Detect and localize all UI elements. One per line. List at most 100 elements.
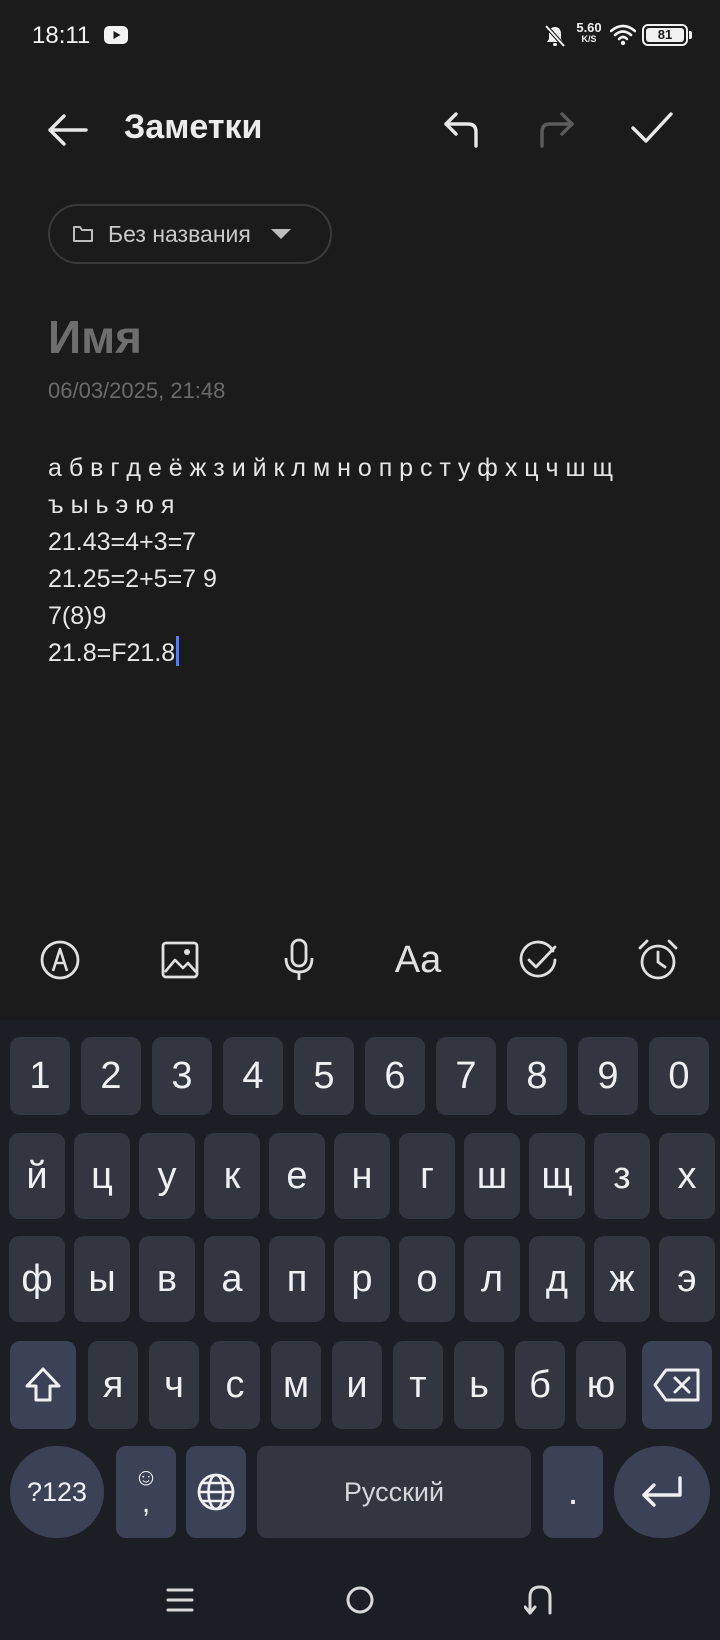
network-speed-unit: K/S [581,34,597,44]
reminder-button[interactable] [630,932,686,988]
number-key[interactable]: 3 [152,1037,212,1115]
space-key[interactable]: Русский [257,1446,531,1538]
arrow-left-icon [48,114,88,146]
letter-key[interactable]: я [88,1341,138,1429]
status-time: 18:11 [32,22,91,49]
text-format-button[interactable]: Aa [390,932,446,988]
pen-icon [40,940,80,980]
number-key[interactable]: 2 [81,1037,141,1115]
checklist-button[interactable] [510,932,566,988]
menu-icon [166,1588,194,1612]
undo-icon [444,112,478,148]
number-key[interactable]: 1 [10,1037,70,1115]
symbols-key[interactable]: ?123 [10,1446,104,1538]
letter-key[interactable]: к [204,1133,260,1219]
number-key[interactable]: 4 [223,1037,283,1115]
save-button[interactable] [624,100,680,156]
letter-key[interactable]: о [399,1236,455,1322]
letter-key[interactable]: н [334,1133,390,1219]
check-circle-icon [519,940,557,978]
undo-button[interactable] [434,100,490,156]
number-key[interactable]: 5 [294,1037,354,1115]
number-key[interactable]: 7 [436,1037,496,1115]
note-line: а б в г д е ё ж з и й к л м н о п р с т … [48,454,614,482]
insert-image-button[interactable] [152,932,208,988]
network-speed: 5.60 K/S [574,21,604,44]
note-line-text: 21.8=F21.8 [48,639,176,667]
note-line-last: 21.8=F21.8 [48,635,688,672]
letter-key[interactable]: т [393,1341,443,1429]
menu-nav-button[interactable] [150,1570,210,1630]
note-title-field[interactable]: Имя [48,310,142,364]
letter-key[interactable]: д [529,1236,585,1322]
number-key[interactable]: 6 [365,1037,425,1115]
letter-key[interactable]: х [659,1133,715,1219]
letter-key[interactable]: с [210,1341,260,1429]
handwriting-button[interactable] [32,932,88,988]
note-body-editor[interactable]: а б в г д е ё ж з и й к л м н о п р с т … [48,450,688,672]
letter-key[interactable]: ю [576,1341,626,1429]
note-line: 7(8)9 [48,602,107,630]
letter-key[interactable]: г [399,1133,455,1219]
letter-key[interactable]: ш [464,1133,520,1219]
letter-key[interactable]: ц [74,1133,130,1219]
folder-label: Без названия [108,220,251,247]
letter-key[interactable]: а [204,1236,260,1322]
letter-key[interactable]: ф [9,1236,65,1322]
voice-record-button[interactable] [271,932,327,988]
folder-selector[interactable]: Без названия [48,204,332,264]
letter-key[interactable]: м [271,1341,321,1429]
home-circle-icon [346,1586,374,1614]
chevron-down-icon [270,229,291,239]
enter-arrow-icon [642,1476,682,1507]
check-icon [631,112,673,143]
letter-key[interactable]: в [139,1236,195,1322]
back-arc-icon [524,1585,552,1615]
battery-tip [689,31,692,39]
letter-key[interactable]: б [515,1341,565,1429]
backspace-icon [653,1368,700,1402]
bell-muted-icon [544,24,566,48]
note-line: ъ ы ь э ю я [48,491,175,519]
letter-key[interactable]: ж [594,1236,650,1322]
note-line: 21.43=4+3=7 [48,528,197,556]
globe-icon [197,1473,235,1511]
letter-key[interactable]: п [269,1236,325,1322]
letter-key[interactable]: л [464,1236,520,1322]
letter-key[interactable]: у [139,1133,195,1219]
comma-label: , [141,1486,151,1519]
number-key[interactable]: 0 [649,1037,709,1115]
letter-key[interactable]: р [334,1236,390,1322]
wifi-icon [610,24,636,46]
letter-key[interactable]: ь [454,1341,504,1429]
period-key[interactable]: . [543,1446,603,1538]
image-icon [161,941,199,979]
screen: 18:11 5.60 K/S 81 Заметки Без названия И… [0,0,720,1640]
status-bar: 18:11 5.60 K/S 81 [0,0,720,72]
letter-key[interactable]: э [659,1236,715,1322]
youtube-icon [104,26,128,44]
back-button[interactable] [40,102,96,158]
number-key[interactable]: 8 [507,1037,567,1115]
network-speed-value: 5.60 [576,20,602,35]
alarm-clock-icon [638,939,678,980]
shift-key[interactable] [10,1341,76,1429]
letter-key[interactable]: й [9,1133,65,1219]
letter-key[interactable]: ы [74,1236,130,1322]
letter-key[interactable]: ч [149,1341,199,1429]
language-key[interactable] [186,1446,246,1538]
letter-key[interactable]: з [594,1133,650,1219]
letter-key[interactable]: и [332,1341,382,1429]
back-nav-button[interactable] [510,1570,570,1630]
enter-key[interactable] [614,1446,710,1538]
redo-button[interactable] [528,100,584,156]
shift-arrow-icon [25,1367,61,1402]
home-nav-button[interactable] [330,1570,390,1630]
letter-key[interactable]: е [269,1133,325,1219]
backspace-key[interactable] [642,1341,712,1429]
letter-key[interactable]: щ [529,1133,585,1219]
emoji-comma-key[interactable]: ☺ , [116,1446,176,1538]
battery-indicator: 81 [642,24,688,46]
number-key[interactable]: 9 [578,1037,638,1115]
text-cursor [176,636,180,666]
